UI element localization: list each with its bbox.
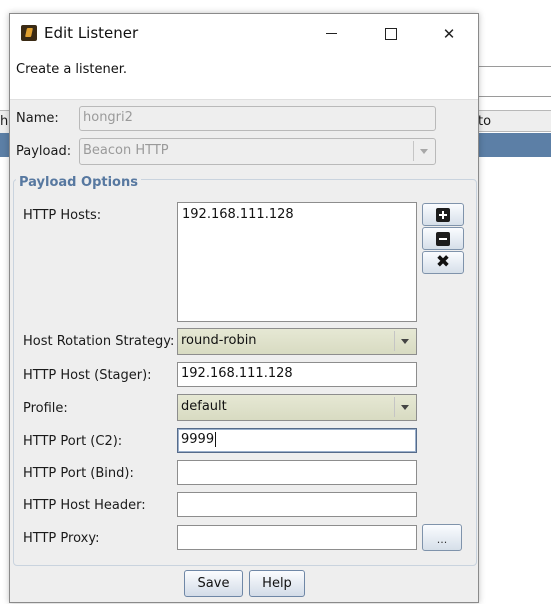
dialog-title: Edit Listener <box>44 24 139 42</box>
app-icon <box>21 25 37 41</box>
payload-options-title: Payload Options <box>16 175 141 190</box>
plus-icon <box>436 207 450 222</box>
maximize-icon <box>385 27 397 40</box>
port-c2-field[interactable]: 9999 <box>177 428 417 453</box>
chevron-down-icon <box>394 331 414 351</box>
minimize-button[interactable] <box>302 14 360 53</box>
http-hosts-list[interactable]: 192.168.111.128 <box>177 202 417 322</box>
rotation-strategy-value: round-robin <box>181 333 257 348</box>
help-button[interactable]: Help <box>249 570 305 597</box>
rotation-strategy-select[interactable]: round-robin <box>177 328 417 355</box>
port-bind-label: HTTP Port (Bind): <box>23 466 134 481</box>
profile-value: default <box>181 399 227 414</box>
host-header-field[interactable] <box>177 492 417 517</box>
host-header-label: HTTP Host Header: <box>23 498 146 513</box>
close-icon: ✕ <box>442 24 456 43</box>
rotation-strategy-label: Host Rotation Strategy: <box>23 334 175 349</box>
payload-select[interactable]: Beacon HTTP <box>79 138 436 165</box>
background-table-header: to <box>470 110 551 132</box>
profile-select[interactable]: default <box>177 394 417 421</box>
chevron-down-icon <box>394 397 414 417</box>
stager-host-label: HTTP Host (Stager): <box>23 368 152 383</box>
name-label: Name: <box>16 111 59 126</box>
profile-label: Profile: <box>23 401 68 416</box>
text-caret <box>215 432 217 447</box>
save-button[interactable]: Save <box>184 570 243 597</box>
port-c2-label: HTTP Port (C2): <box>23 434 123 449</box>
background-divider <box>470 96 551 97</box>
close-button[interactable]: ✕ <box>420 14 478 53</box>
clear-hosts-button[interactable]: ✖ <box>422 251 464 274</box>
payload-select-value: Beacon HTTP <box>83 143 169 158</box>
minus-icon <box>436 231 450 246</box>
http-hosts-label: HTTP Hosts: <box>23 208 102 223</box>
minimize-icon <box>325 33 337 34</box>
background-selected-row[interactable] <box>470 133 551 157</box>
background-divider <box>470 66 551 67</box>
port-bind-field[interactable] <box>177 460 417 485</box>
title-bar[interactable]: Edit Listener ✕ <box>10 14 478 53</box>
edit-listener-dialog: Edit Listener ✕ Create a listener. Name:… <box>9 13 479 603</box>
dialog-description: Create a listener. <box>16 62 128 77</box>
name-field[interactable]: hongri2 <box>79 106 436 131</box>
maximize-button[interactable] <box>362 14 420 53</box>
http-host-item[interactable]: 192.168.111.128 <box>182 207 412 222</box>
add-host-button[interactable] <box>422 203 464 226</box>
proxy-label: HTTP Proxy: <box>23 531 100 546</box>
chevron-down-icon <box>413 141 433 161</box>
port-c2-value: 9999 <box>181 432 215 447</box>
remove-host-button[interactable] <box>422 227 464 250</box>
x-icon: ✖ <box>435 252 451 272</box>
description-panel: Create a listener. <box>10 53 478 100</box>
background-column-header: to <box>478 114 492 129</box>
payload-label: Payload: <box>16 144 72 159</box>
proxy-field[interactable] <box>177 525 417 550</box>
proxy-config-button[interactable]: ... <box>422 524 462 551</box>
stager-host-field[interactable]: 192.168.111.128 <box>177 362 417 387</box>
